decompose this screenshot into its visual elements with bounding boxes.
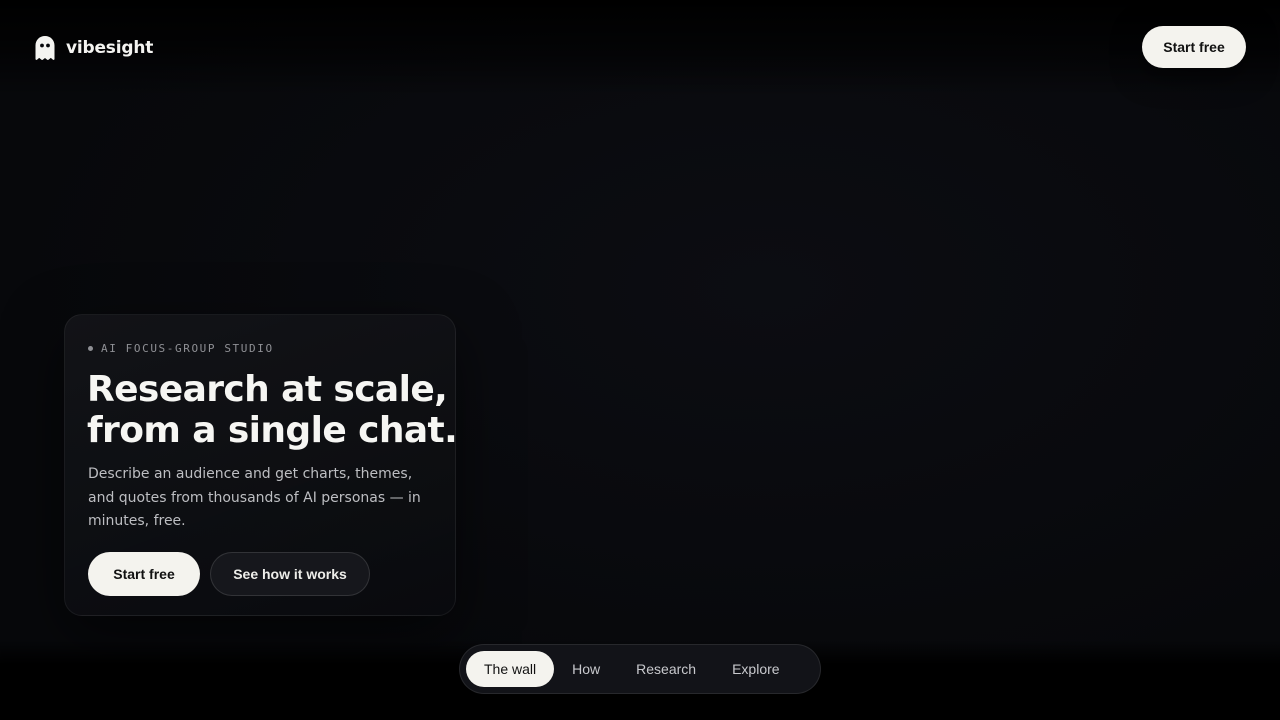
hero-eyebrow: AI FOCUS-GROUP STUDIO — [88, 342, 274, 355]
dock-item-how[interactable]: How — [554, 651, 618, 687]
see-how-it-works-button[interactable]: See how it works — [210, 552, 370, 596]
headline-line-1: Research at scale, — [87, 369, 448, 410]
nav-start-free-button[interactable]: Start free — [1142, 26, 1246, 68]
eyebrow-text: AI FOCUS-GROUP STUDIO — [101, 342, 274, 355]
dock-item-explore[interactable]: Explore — [714, 651, 797, 687]
brand-logo[interactable]: vibesight — [34, 35, 153, 61]
hero-headline: Research at scale, from a single chat. — [87, 369, 458, 451]
hero-card: AI FOCUS-GROUP STUDIO Research at scale,… — [64, 314, 458, 616]
eyebrow-dot-icon — [88, 346, 93, 351]
brand-name: vibesight — [66, 38, 154, 58]
hero-start-free-button[interactable]: Start free — [88, 552, 200, 596]
dock-item-research[interactable]: Research — [618, 651, 714, 687]
bottom-nav-dock: The wall How Research Explore — [459, 644, 821, 694]
top-bar — [0, 0, 1280, 96]
hero-description: Describe an audience and get charts, the… — [88, 466, 421, 529]
dock-item-the-wall[interactable]: The wall — [466, 651, 555, 687]
ghost-icon — [35, 36, 55, 61]
headline-line-2: from a single chat. — [87, 410, 458, 451]
